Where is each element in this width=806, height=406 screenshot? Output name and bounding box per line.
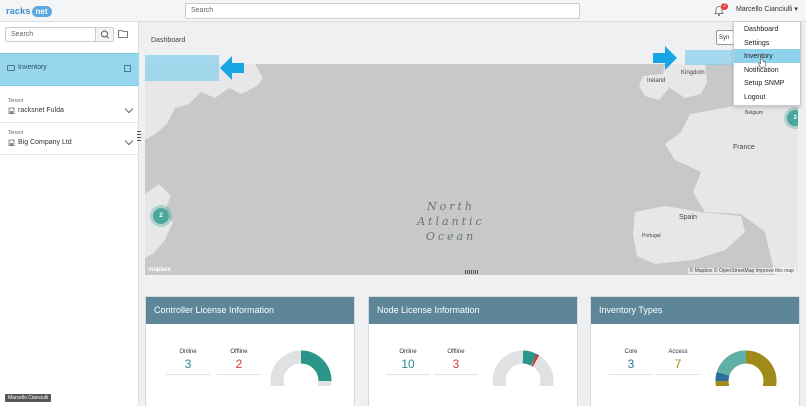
arrow-left-icon — [220, 56, 244, 80]
tenant-select-racksnet-fulda[interactable]: racksnet Fulda — [8, 107, 64, 114]
ocean-label: North Atlantic Ocean — [417, 200, 485, 243]
user-tag: Marcello Cianciulli — [5, 394, 52, 402]
search-button[interactable] — [95, 28, 113, 41]
map-cluster-marker[interactable]: 3 — [787, 110, 798, 126]
hand-cursor-icon — [758, 58, 766, 68]
stat-offline: Offline 3 — [434, 349, 478, 375]
user-dropdown-menu: Dashboard Settings Inventory Notificatio… — [733, 21, 801, 106]
logo-text: racks — [6, 6, 31, 16]
tenant-select-big-company[interactable]: Big Company Ltd — [8, 139, 72, 146]
search-icon — [101, 30, 110, 39]
arrow-right-icon — [653, 46, 677, 70]
menu-item-notification[interactable]: Notification — [734, 63, 800, 77]
sidebar-item-inventory[interactable]: Inventory — [0, 53, 139, 86]
building-icon — [8, 139, 15, 146]
menu-item-dashboard[interactable]: Dashboard — [734, 22, 800, 36]
sidebar: Search Inventory Tenant racksnet Fulda T… — [0, 22, 141, 406]
divider — [0, 154, 139, 155]
tenant-value: racksnet Fulda — [18, 107, 64, 114]
place-label: Belgium — [745, 110, 764, 116]
caret-down-icon: ▾ — [794, 6, 798, 13]
page-title: Dashboard — [151, 37, 186, 44]
notification-bell-icon[interactable]: 2 — [713, 3, 728, 17]
place-label: France — [733, 144, 755, 151]
inventory-types-donut — [715, 350, 777, 386]
racksnet-logo[interactable]: racks net — [6, 4, 52, 18]
sidebar-item-label: Inventory — [18, 64, 47, 71]
expand-icon[interactable] — [124, 65, 131, 72]
chevron-down-icon[interactable] — [124, 136, 134, 146]
stat-online: Online 3 — [166, 349, 210, 375]
logo-cloud: net — [31, 5, 52, 17]
map-cluster-marker[interactable]: 2 — [153, 208, 169, 224]
card-title: Node License Information — [369, 297, 577, 324]
place-label: Kingdom — [681, 70, 705, 76]
sidebar-search-input[interactable]: Search — [5, 27, 114, 42]
folder-icon[interactable] — [118, 29, 128, 38]
user-name: Marcello Cianciulli — [736, 6, 793, 13]
inventory-icon — [7, 65, 15, 71]
global-search-input[interactable]: Search — [185, 3, 580, 19]
map-resize-handle[interactable] — [465, 270, 479, 274]
stat-access: Access 7 — [656, 349, 700, 375]
stat-offline: Offline 2 — [217, 349, 261, 375]
map[interactable]: North Atlantic Ocean Kingdom Ireland Bel… — [145, 64, 798, 275]
map-highlight-overlay — [145, 55, 219, 81]
tenant-label: Tenant — [8, 98, 24, 104]
card-title: Controller License Information — [146, 297, 354, 324]
notification-count-badge: 2 — [721, 3, 728, 10]
menu-item-inventory[interactable]: Inventory — [734, 49, 800, 63]
map-attribution[interactable]: © Mapbox © OpenStreetMap Improve this ma… — [687, 268, 796, 274]
tenant-label: Tenant — [8, 130, 24, 136]
stat-core: Core 3 — [609, 349, 653, 375]
sidebar-search-placeholder: Search — [11, 31, 34, 38]
stat-online: Online 10 — [386, 349, 430, 375]
card-title: Inventory Types — [591, 297, 799, 324]
menu-item-setup-snmp[interactable]: Setup SNMP — [734, 76, 800, 90]
place-label: Spain — [679, 214, 697, 221]
tenant-value: Big Company Ltd — [18, 139, 72, 146]
place-label: Ireland — [647, 78, 666, 84]
user-menu-toggle[interactable]: Marcello Cianciulli ▾ — [736, 5, 798, 13]
place-label: Portugal — [642, 233, 661, 239]
chevron-down-icon[interactable] — [124, 104, 134, 114]
menu-item-logout[interactable]: Logout — [734, 90, 800, 104]
top-bar: racks net Search 2 Marcello Cianciulli ▾ — [0, 0, 806, 22]
divider — [0, 122, 139, 123]
mapbox-logo: mapbox — [148, 267, 172, 273]
menu-item-settings[interactable]: Settings — [734, 36, 800, 50]
building-icon — [8, 107, 15, 114]
node-license-donut — [492, 350, 554, 386]
controller-license-donut — [270, 350, 332, 386]
